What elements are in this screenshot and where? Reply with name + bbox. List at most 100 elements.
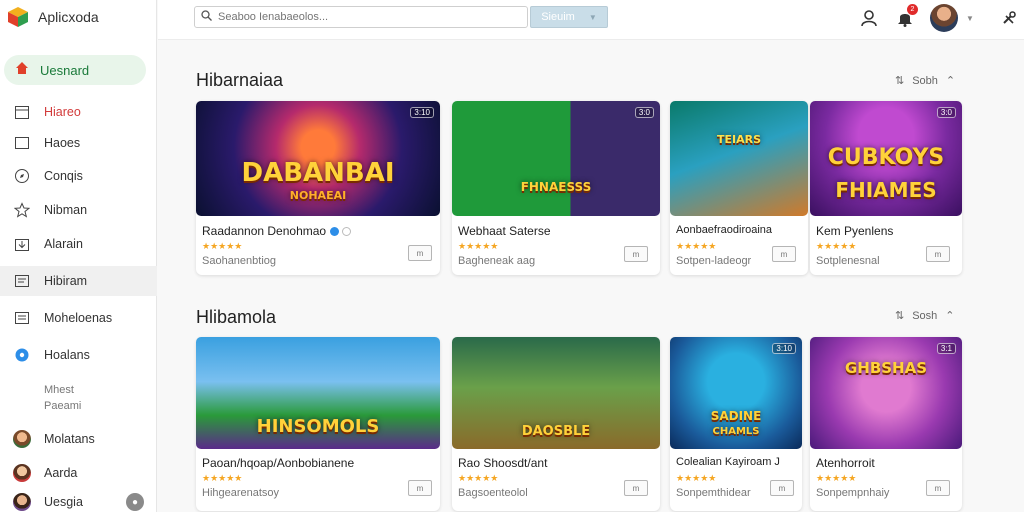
avatar	[12, 429, 32, 449]
sidebar: Aplicxoda Uesnard Hiareo Haoes Conqis Ni…	[0, 0, 157, 512]
app-title: Aplicxoda	[38, 9, 99, 25]
nav-item-label: Hoalans	[44, 348, 90, 362]
rating-stars: ★★★★★	[458, 473, 499, 483]
section-title: Hlibamola	[196, 307, 277, 327]
circle-dot-icon	[12, 345, 32, 365]
collapse-icon: ⌃	[945, 310, 955, 322]
info-badge-icon[interactable]: ●	[126, 493, 144, 511]
nav-item-3[interactable]: Nibman	[0, 195, 157, 225]
game-subtitle: Hihgearenatsoy	[202, 487, 280, 499]
install-button[interactable]: m	[624, 480, 648, 496]
thumbnail-title: DABANBAI	[241, 158, 395, 188]
game-thumbnail: TEIARS	[670, 101, 808, 216]
game-thumbnail: 3:1 GHBSHAS	[810, 337, 962, 449]
game-card[interactable]: DAOSBLE Rao Shoosdt/ant ★★★★★ Bagsoenteo…	[452, 337, 660, 511]
game-name: Rao Shoosdt/ant	[458, 456, 548, 470]
nav-user-0[interactable]: Molatans	[0, 424, 157, 454]
nav-subtext-line: Paeami	[44, 400, 82, 412]
search-button[interactable]: Sieuim ▼	[530, 6, 608, 28]
section-more-label: Sobh	[912, 74, 938, 87]
thumbnail-subtitle: NOHAEAI	[289, 189, 347, 202]
game-subtitle: Saohanenbtiog	[202, 255, 277, 267]
nav-item-label: Alarain	[44, 237, 83, 251]
nav-item-label: Hiareo	[44, 105, 81, 119]
install-button[interactable]: m	[926, 480, 950, 496]
age-badge: 3:0	[936, 107, 956, 118]
rating-stars: ★★★★★	[816, 241, 857, 251]
compass-icon	[12, 166, 32, 186]
nav-item-1[interactable]: Haoes	[0, 128, 157, 158]
game-card[interactable]: 3:10 SADINE CHAMLS Colealian Kayiroam J …	[670, 337, 802, 511]
game-card[interactable]: TEIARS Aonbaefraodiroaina ★★★★★ Sotpen-l…	[670, 101, 808, 275]
age-badge: 3:10	[772, 343, 796, 354]
info-icon	[342, 227, 352, 236]
search-input[interactable]	[218, 11, 508, 23]
game-subtitle: Sotpen-ladeogr	[676, 255, 752, 267]
section-more-link[interactable]: ⇅ Sobh ⌃	[895, 74, 955, 88]
nav-item-label: Uesgia	[44, 495, 83, 509]
nav-item-4[interactable]: Alarain	[0, 229, 157, 259]
game-card[interactable]: 3:1 GHBSHAS Atenhorroit ★★★★★ Sonpempnha…	[810, 337, 962, 511]
top-bar: Sieuim ▼ 2 ▼	[158, 0, 1024, 40]
thumbnail-title: DAOSBLE	[521, 424, 591, 439]
section-more-label: Sosh	[912, 309, 938, 322]
game-name: Aonbaefraodiroaina	[676, 224, 773, 236]
game-thumbnail: 3:10 SADINE CHAMLS	[670, 337, 802, 449]
nav-item-home[interactable]: Uesnard	[4, 55, 146, 85]
install-button[interactable]: m	[770, 480, 794, 496]
user-icon[interactable]	[858, 7, 880, 29]
thumbnail-title: HINSOMOLS	[256, 416, 380, 437]
nav-item-label: Haoes	[44, 136, 81, 150]
arrows-icon: ⇅	[895, 75, 905, 87]
notifications-icon[interactable]: 2	[894, 4, 918, 29]
rating-stars: ★★★★★	[816, 473, 857, 483]
thumbnail-subtitle: CHAMLS	[712, 426, 760, 437]
star-icon	[12, 200, 32, 220]
game-name: Paoan/hqoap/Aonbobianene	[202, 456, 355, 470]
notification-badge: 2	[907, 4, 918, 15]
game-card[interactable]: 3:0 CUBKOYS FHIAMES Kem Pyenlens ★★★★★ S…	[810, 101, 962, 275]
game-subtitle: Sonpempnhaiy	[816, 487, 890, 499]
game-card[interactable]: HINSOMOLS Paoan/hqoap/Aonbobianene ★★★★★…	[196, 337, 440, 511]
nav-item-label: Molatans	[44, 432, 95, 446]
nav-item-6[interactable]: Moheloenas	[0, 303, 157, 333]
game-name: Webhaat Saterse	[458, 224, 551, 238]
install-button[interactable]: m	[624, 246, 648, 262]
nav-item-7[interactable]: Hoalans	[0, 340, 157, 370]
nav-item-0[interactable]: Hiareo	[0, 97, 157, 127]
install-button[interactable]: m	[408, 245, 432, 261]
install-button[interactable]: m	[408, 480, 432, 496]
age-badge: 3:1	[936, 343, 956, 354]
nav-subtext: Mhest Paeami	[44, 382, 81, 414]
nav-item-label: Aarda	[44, 466, 78, 480]
age-badge: 3:10	[410, 107, 434, 118]
logo-cube-icon	[6, 5, 30, 29]
chevron-down-icon[interactable]: ▼	[966, 14, 974, 23]
nav-user-1[interactable]: Aarda	[0, 458, 157, 488]
nav-item-5[interactable]: Hibiram	[0, 266, 157, 296]
game-subtitle: Bagsoenteolol	[458, 487, 528, 499]
rating-stars: ★★★★★	[202, 241, 243, 251]
game-name: Raadannon Denohmao	[202, 224, 352, 238]
game-card[interactable]: 3:10 DABANBAI NOHAEAI Raadannon Denohmao…	[196, 101, 440, 275]
user-avatar[interactable]	[930, 4, 958, 32]
search-box[interactable]	[194, 6, 528, 28]
thumbnail-title: GHBSHAS	[844, 359, 928, 377]
game-name-text: Raadannon Denohmao	[202, 224, 327, 238]
install-button[interactable]: m	[772, 246, 796, 262]
nav-item-label: Conqis	[44, 169, 83, 183]
calendar-icon	[12, 102, 32, 122]
thumbnail-title: TEIARS	[716, 133, 762, 146]
section-more-link[interactable]: ⇅ Sosh ⌃	[895, 309, 955, 323]
page-icon	[12, 133, 32, 153]
game-thumbnail: 3:0 CUBKOYS FHIAMES	[810, 101, 962, 216]
install-button[interactable]: m	[926, 246, 950, 262]
app-logo[interactable]: Aplicxoda	[6, 4, 99, 30]
game-subtitle: Sonpemthidear	[676, 487, 751, 499]
game-name: Colealian Kayiroam J	[676, 456, 780, 468]
tools-icon[interactable]	[998, 7, 1020, 29]
game-card[interactable]: 3:0 FHNAESSS Webhaat Saterse ★★★★★ Baghe…	[452, 101, 660, 275]
nav-item-2[interactable]: Conqis	[0, 161, 157, 191]
home-icon	[14, 60, 30, 81]
game-thumbnail: DAOSBLE	[452, 337, 660, 449]
